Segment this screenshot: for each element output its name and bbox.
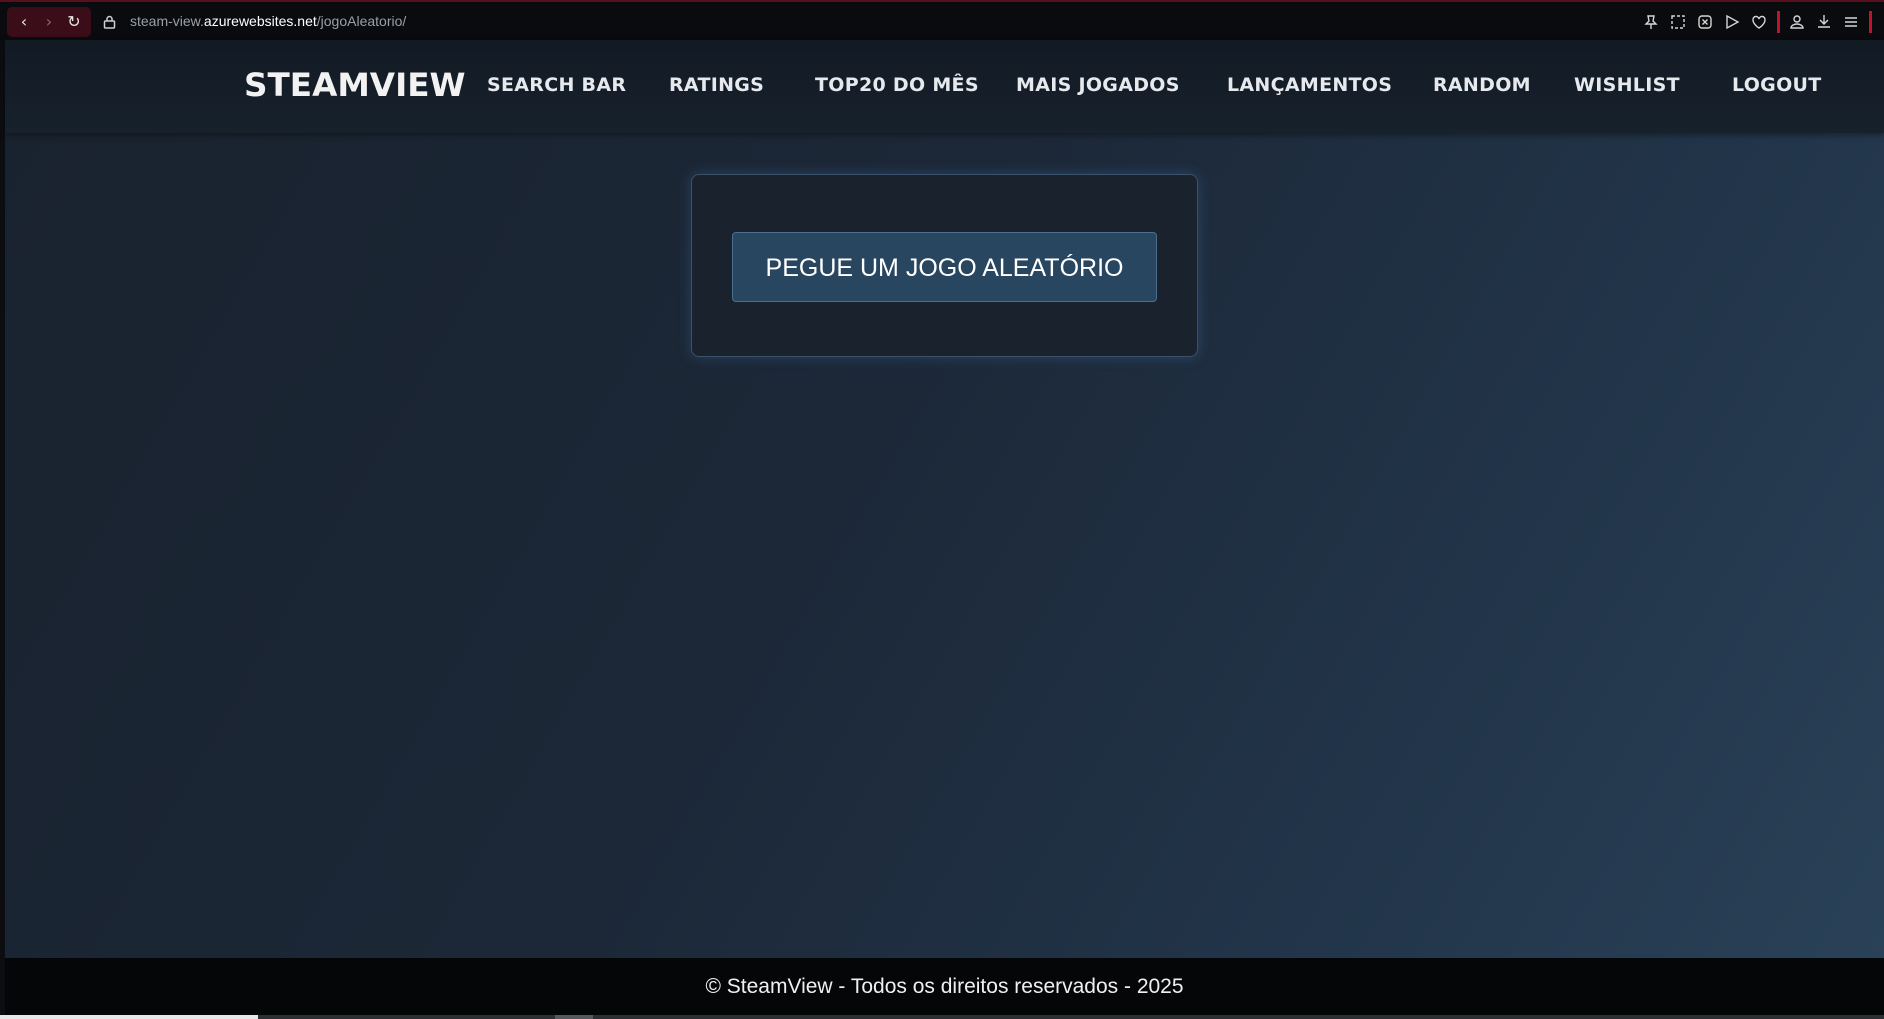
random-game-button[interactable]: PEGUE UM JOGO ALEATÓRIO: [732, 232, 1157, 302]
nav-mais-jogados[interactable]: MAIS JOGADOS: [1016, 74, 1180, 96]
address-bar[interactable]: steam-view.azurewebsites.net/jogoAleator…: [130, 13, 406, 29]
url-path: /jogoAleatorio/: [316, 13, 407, 29]
forward-icon[interactable]: ›: [40, 13, 58, 31]
main-nav: SEARCH BAR RATINGS TOP20 DO MÊS MAIS JOG…: [5, 74, 1884, 104]
toolbar-separator: [1777, 11, 1780, 33]
random-game-card: PEGUE UM JOGO ALEATÓRIO: [691, 174, 1198, 357]
nav-random[interactable]: RANDOM: [1433, 74, 1531, 96]
url-prefix: steam-view.: [130, 13, 204, 29]
toolbar-edge: [1869, 11, 1872, 33]
browser-toolbar: ‹ › ↻ steam-view.azurewebsites.net/jogoA…: [0, 0, 1884, 40]
url-domain: azurewebsites.net: [203, 13, 317, 29]
horizontal-scrollbar[interactable]: [0, 1015, 1884, 1019]
nav-ratings[interactable]: RATINGS: [669, 74, 764, 96]
back-icon[interactable]: ‹: [15, 13, 33, 31]
nav-wishlist[interactable]: WISHLIST: [1574, 74, 1680, 96]
heart-icon[interactable]: [1749, 12, 1769, 32]
nav-lancamentos[interactable]: LANÇAMENTOS: [1227, 74, 1392, 96]
page-content: STEAMVIEW SEARCH BAR RATINGS TOP20 DO MÊ…: [5, 40, 1884, 1019]
scrollbar-thumb[interactable]: [0, 1015, 258, 1019]
block-icon[interactable]: [1695, 12, 1715, 32]
lock-icon: [103, 15, 116, 29]
send-icon[interactable]: [1722, 12, 1742, 32]
scrollbar-marker: [555, 1015, 593, 1019]
browser-nav-group: ‹ › ↻: [7, 7, 91, 37]
menu-icon[interactable]: [1841, 12, 1861, 32]
reload-icon[interactable]: ↻: [65, 13, 83, 31]
nav-top20[interactable]: TOP20 DO MÊS: [815, 74, 979, 96]
site-header: STEAMVIEW SEARCH BAR RATINGS TOP20 DO MÊ…: [5, 40, 1884, 133]
nav-search-bar[interactable]: SEARCH BAR: [487, 74, 626, 96]
browser-extension-icons: [1634, 11, 1872, 33]
site-footer: © SteamView - Todos os direitos reservad…: [5, 958, 1884, 1019]
screenshot-icon[interactable]: [1668, 12, 1688, 32]
profile-icon[interactable]: [1787, 12, 1807, 32]
download-icon[interactable]: [1814, 12, 1834, 32]
footer-copyright: © SteamView - Todos os direitos reservad…: [705, 975, 1184, 998]
pin-icon[interactable]: [1641, 12, 1661, 32]
nav-logout[interactable]: LOGOUT: [1732, 74, 1822, 96]
